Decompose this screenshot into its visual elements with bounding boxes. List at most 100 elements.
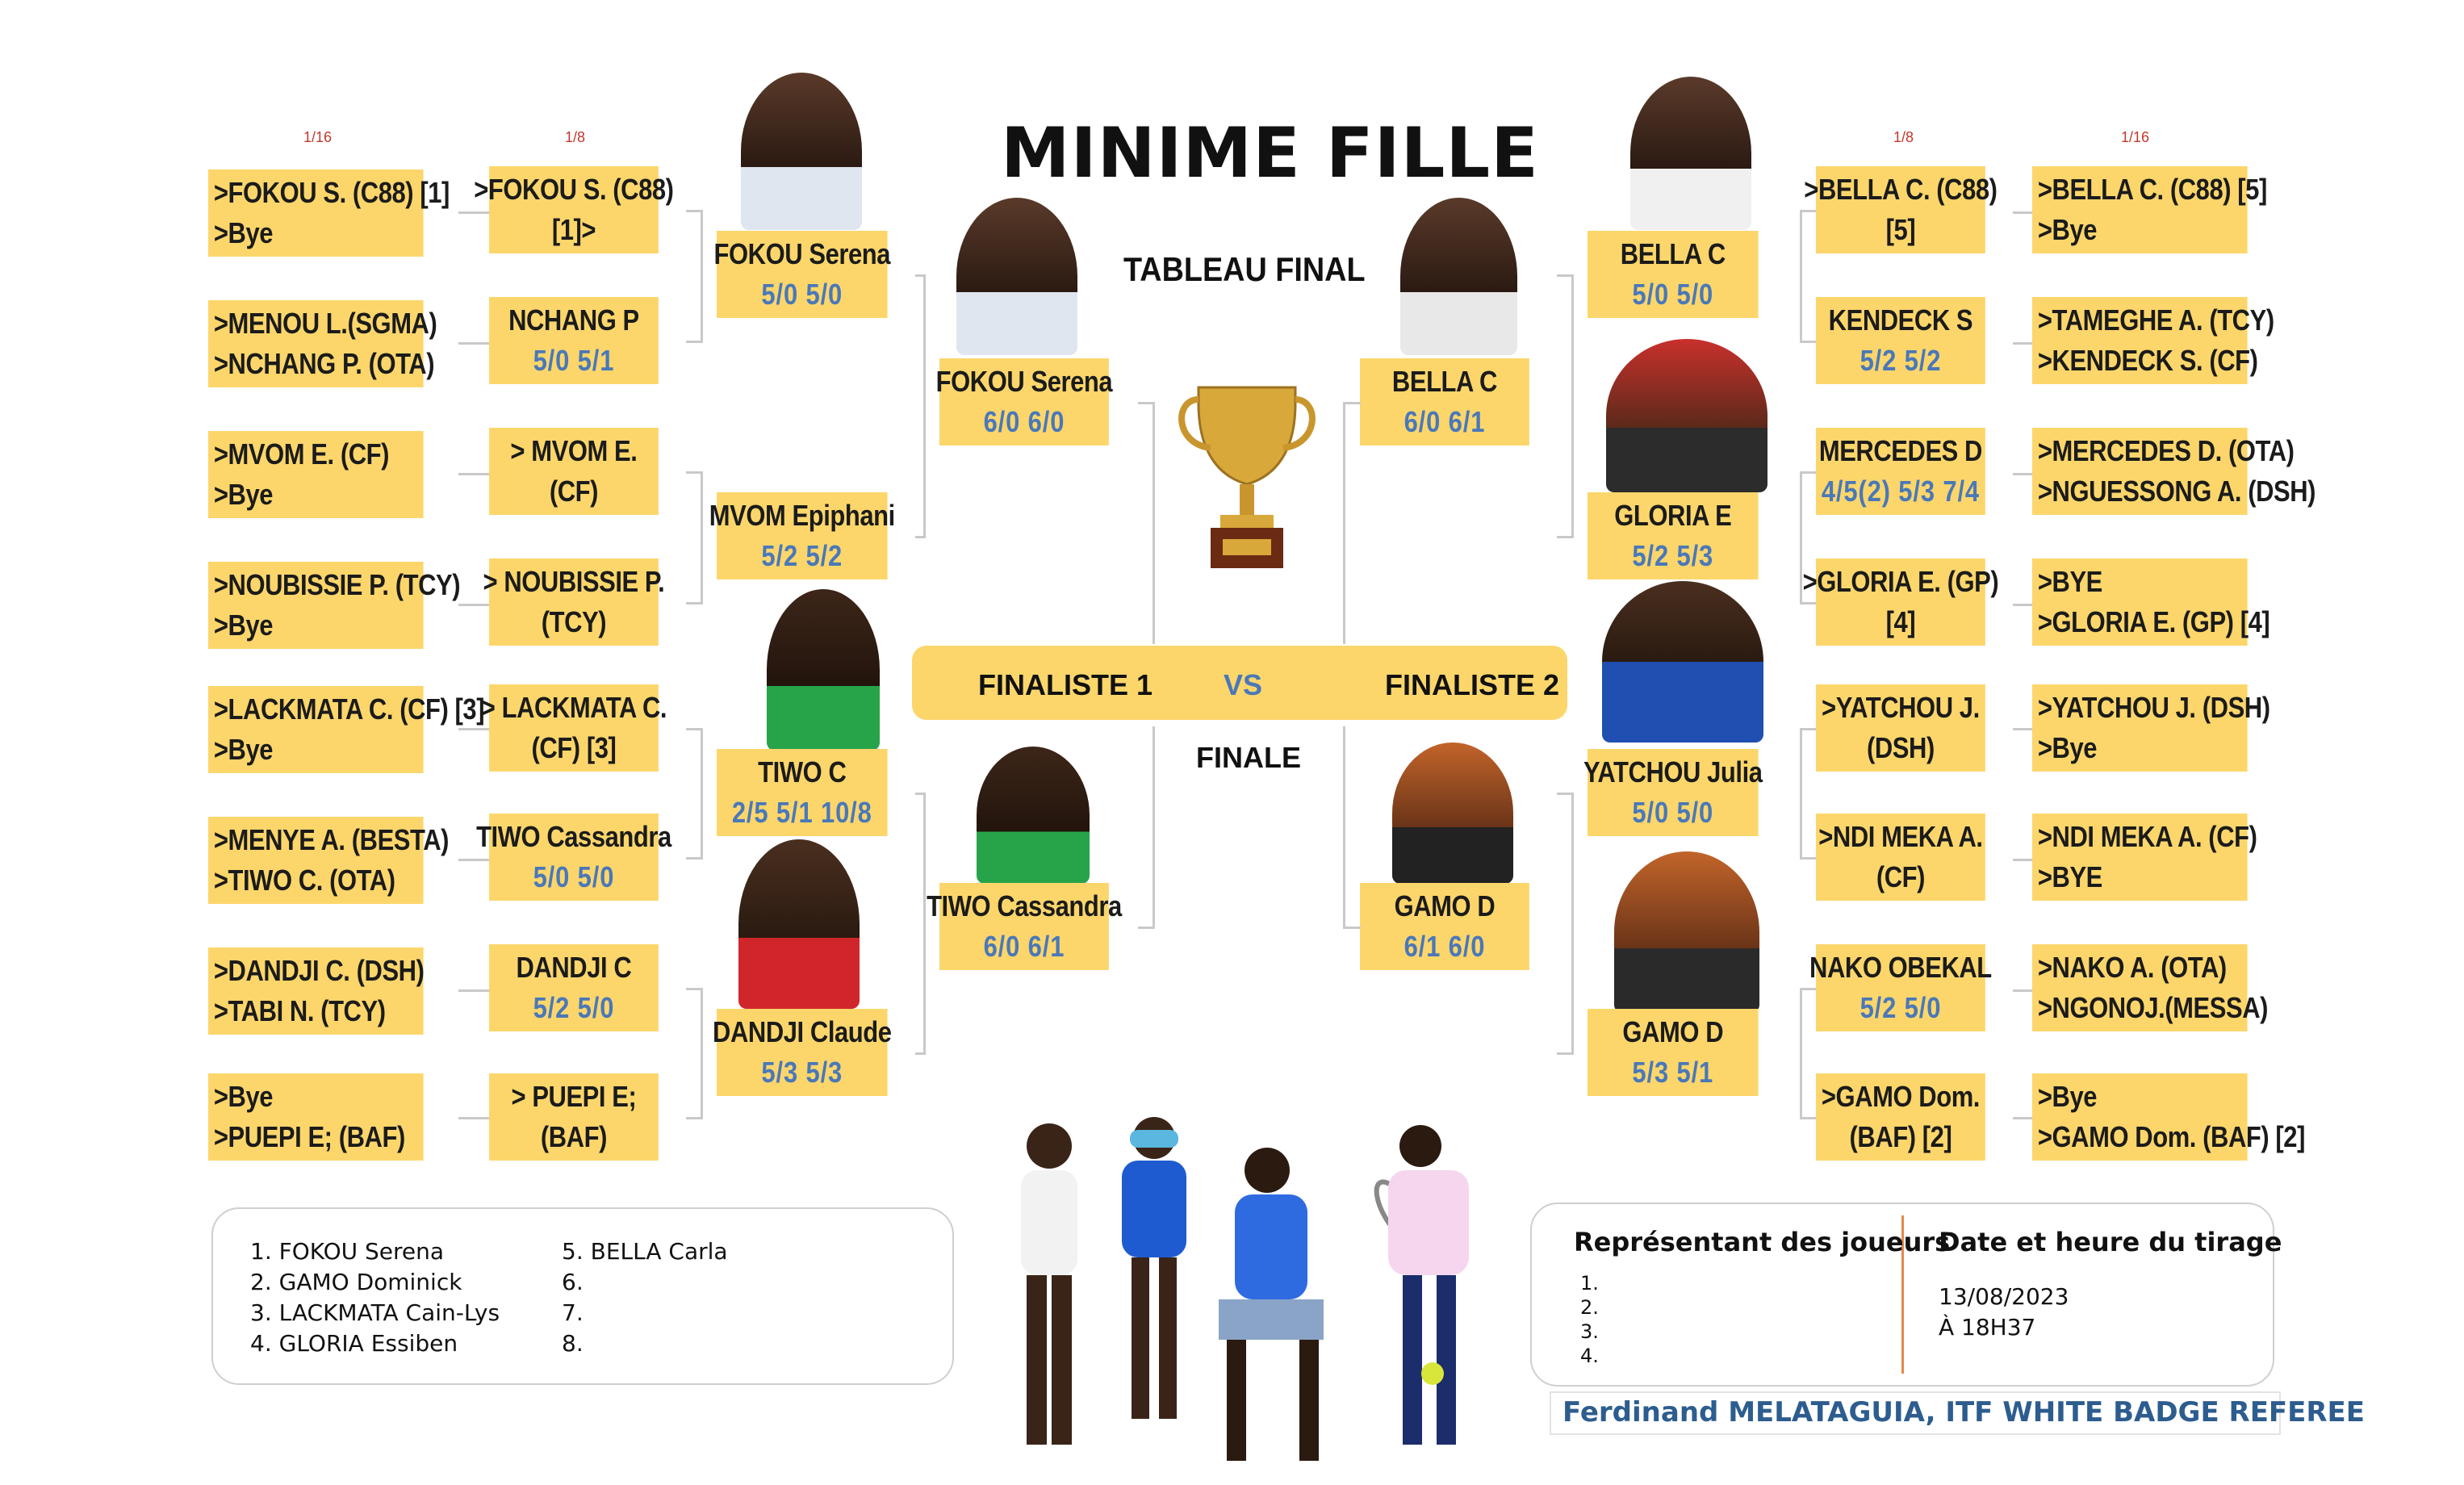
match-box: DANDJI C 5/2 5/0 (489, 944, 659, 1031)
player-entry: >MENYE A. (BESTA) (213, 823, 450, 856)
bracket-line (1800, 210, 1802, 343)
bracket-line (1800, 857, 1816, 860)
bracket-line (1800, 471, 1802, 604)
finalist-2-label: FINALISTE 2 (1385, 668, 1560, 701)
match-box: BELLA C 5/0 5/0 (1588, 231, 1759, 318)
player-entry: >NDI MEKA A. (CF) (2037, 820, 2257, 853)
match-box: >MVOM E. (CF) >Bye (208, 431, 424, 518)
bracket-line (1138, 927, 1154, 929)
match-box: >NOUBISSIE P. (TCY) >Bye (208, 562, 461, 649)
player-name: BELLA C (1391, 365, 1497, 398)
player-entry: >TAMEGHE A. (TCY) (2037, 303, 2274, 337)
player-name: NAKO OBEKAL (1809, 951, 1992, 984)
bracket-line (458, 604, 489, 606)
player-entry: [4] (1885, 605, 1916, 638)
match-box: >FOKOU S. (C88) [1]> (474, 166, 674, 253)
score: 5/2 5/2 (1860, 344, 1942, 377)
player-entry: >KENDECK S. (CF) (2037, 344, 2258, 377)
player-entry: >Bye (213, 1080, 274, 1113)
bracket-line (458, 859, 489, 861)
match-box: > PUEPI E; (BAF) (489, 1073, 659, 1161)
match-box: >BYE >GLORIA E. (GP) [4] (2032, 558, 2270, 646)
player-entry: >Bye (2037, 1080, 2098, 1113)
bracket-line (686, 728, 702, 730)
rep-item: 3. (1580, 1320, 1599, 1343)
match-box: >NAKO A. (OTA) >NGONOJ.(MESSA) (2032, 944, 2269, 1031)
player-entry: >GLORIA E. (GP) (1802, 565, 1999, 598)
bracket-line (1800, 210, 1816, 212)
player-entry: >Bye (2037, 731, 2098, 764)
seed-entry: 8. (562, 1330, 584, 1357)
date-title: Date et heure du tirage (1939, 1227, 2282, 1257)
player-photo (956, 198, 1077, 355)
rep-title: Représentant des joueurs (1574, 1227, 1951, 1257)
player-name: DANDJI C (516, 951, 632, 984)
player-entry: >GLORIA E. (GP) [4] (2037, 605, 2270, 638)
score: 5/0 5/0 (1632, 796, 1714, 829)
player-entry: >MVOM E. (CF) (213, 437, 390, 471)
player-photo (1400, 198, 1517, 355)
match-box: KENDECK S 5/2 5/2 (1816, 297, 1985, 384)
player-entry: >Bye (213, 216, 274, 249)
bracket-line (1571, 793, 1574, 1055)
bracket-line (2013, 211, 2032, 214)
round-label-r8-right: 1/8 (1893, 129, 1914, 145)
bracket-line (458, 473, 489, 475)
player-entry: >MERCEDES D. (OTA) (2037, 434, 2295, 467)
player-name: TIWO Cassandra (927, 889, 1122, 922)
bracket-line (1343, 927, 1361, 929)
seed-entry: 5. BELLA Carla (562, 1238, 728, 1265)
match-box: TIWO C 2/5 5/1 10/8 (717, 749, 888, 836)
round-label-r16-left: 1/16 (303, 129, 333, 145)
bracket-line (923, 274, 926, 538)
seed-entry: 2. GAMO Dominick (250, 1269, 462, 1295)
player-name: MERCEDES D (1818, 434, 1983, 467)
score: 5/0 5/0 (533, 860, 615, 893)
match-box: >NDI MEKA A. (CF) >BYE (2032, 814, 2257, 901)
match-box: > NOUBISSIE P. (TCY) (483, 558, 665, 646)
trophy-icon (1178, 386, 1316, 568)
match-box: GAMO D 5/3 5/1 (1588, 1009, 1759, 1096)
match-box: BELLA C 6/0 6/1 (1360, 358, 1529, 446)
bracket-line (701, 210, 703, 343)
player-photo (741, 73, 862, 230)
player-entry: (CF) [3] (531, 731, 617, 764)
match-box: >FOKOU S. (C88) [1] >Bye (208, 169, 450, 257)
bracket-line (1800, 471, 1816, 474)
player-entry: >NGONOJ.(MESSA) (2037, 991, 2269, 1024)
match-box: >Bye >GAMO Dom. (BAF) [2] (2032, 1073, 2305, 1161)
player-name: KENDECK S (1828, 303, 1973, 337)
player-entry: >YATCHOU J. (DSH) (2037, 691, 2270, 724)
bracket-line (458, 989, 489, 992)
bracket-line (686, 471, 702, 474)
score: 5/3 5/3 (761, 1056, 843, 1089)
player-entry: (CF) (1876, 860, 1926, 893)
bracket-line (1800, 988, 1802, 1119)
match-box: FOKOU Serena 6/0 6/0 (936, 358, 1113, 446)
bracket-line (1557, 274, 1573, 277)
player-entry: >Bye (213, 478, 274, 511)
player-entry: >GAMO Dom. (1821, 1080, 1981, 1113)
match-box: > MVOM E. (CF) (489, 428, 659, 515)
match-box: >DANDJI C. (DSH) >TABI N. (TCY) (208, 947, 425, 1035)
score: 5/2 5/2 (761, 539, 843, 572)
match-box: GAMO D 6/1 6/0 (1360, 883, 1529, 970)
player-name: FOKOU Serena (713, 237, 891, 270)
bracket-line (1153, 726, 1155, 929)
player-name: GAMO D (1622, 1015, 1724, 1048)
bracket-line (1343, 402, 1361, 404)
bracket-line (923, 793, 926, 1055)
player-entry: >DANDJI C. (DSH) (213, 954, 425, 987)
draw-date: 13/08/2023 (1939, 1283, 2069, 1310)
finalist-1-label: FINALISTE 1 (978, 668, 1153, 701)
player-entry: >FOKOU S. (C88) [1] (213, 176, 450, 209)
player-entry: >PUEPI E; (BAF) (213, 1120, 405, 1153)
round-label-r16-right: 1/16 (2121, 129, 2150, 145)
page-subtitle: TABLEAU FINAL (1123, 250, 1366, 288)
score: 5/2 5/0 (533, 991, 615, 1024)
match-box: NCHANG P 5/0 5/1 (489, 297, 659, 384)
bracket-line (2013, 728, 2032, 730)
match-box: > LACKMATA C. (CF) [3] (481, 684, 667, 772)
player-entry: >Bye (213, 609, 274, 642)
score: 6/0 6/1 (1404, 405, 1486, 438)
